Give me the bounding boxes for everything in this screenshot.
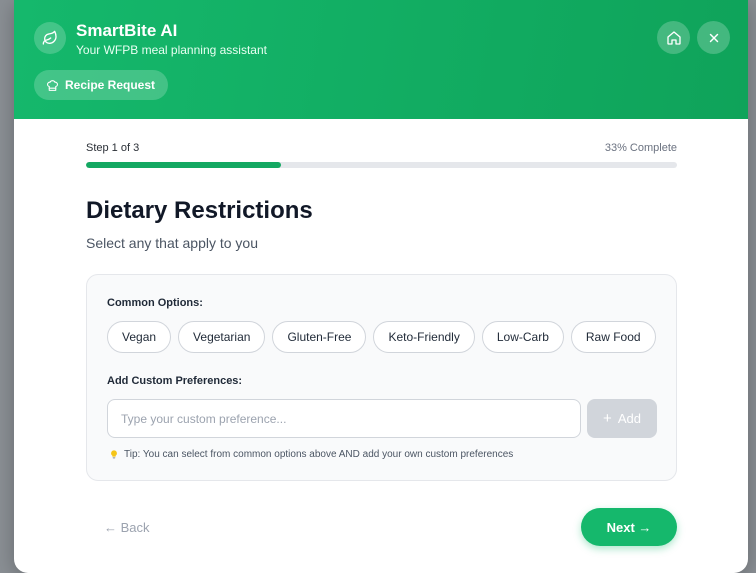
common-options-label: Common Options: — [107, 297, 203, 309]
header: SmartBite AI Your WFPB meal planning ass… — [14, 0, 748, 119]
home-icon — [666, 30, 681, 45]
option-chip[interactable]: Gluten-Free — [272, 321, 367, 353]
plus-icon: + — [603, 410, 612, 427]
home-button[interactable] — [657, 21, 690, 54]
progress-bar — [86, 162, 677, 168]
step-label: Step 1 of 3 — [86, 142, 140, 154]
progress-fill — [86, 162, 282, 168]
page-title: Dietary Restrictions — [86, 197, 313, 224]
option-chip[interactable]: Vegan — [107, 321, 172, 353]
option-chip[interactable]: Raw Food — [570, 321, 656, 353]
common-options-list: Vegan Vegetarian Gluten-Free Keto-Friend… — [107, 321, 656, 353]
leaf-icon — [34, 22, 66, 54]
custom-preference-input[interactable] — [107, 399, 581, 438]
percent-label: 33% Complete — [604, 142, 677, 154]
close-button[interactable] — [697, 21, 730, 54]
recipe-request-chip[interactable]: Recipe Request — [34, 70, 169, 100]
custom-preferences-label: Add Custom Preferences: — [107, 375, 243, 387]
option-chip[interactable]: Vegetarian — [178, 321, 266, 353]
add-label: Add — [617, 411, 641, 426]
recipe-request-label: Recipe Request — [65, 78, 156, 92]
lightbulb-icon — [111, 450, 117, 459]
tip-text: Tip: You can select from common options … — [124, 449, 514, 460]
next-button[interactable]: Next → — [581, 508, 677, 546]
app-title: SmartBite AI — [76, 21, 178, 40]
option-chip[interactable]: Keto-Friendly — [373, 321, 475, 353]
modal: SmartBite AI Your WFPB meal planning ass… — [14, 0, 748, 573]
close-icon — [709, 33, 718, 42]
chef-hat-icon — [47, 79, 58, 91]
tip: Tip: You can select from common options … — [109, 449, 513, 460]
options-panel: Common Options: Vegan Vegetarian Gluten-… — [86, 274, 677, 481]
app-subtitle: Your WFPB meal planning assistant — [76, 43, 267, 57]
back-button[interactable]: ← Back — [104, 520, 150, 535]
add-button[interactable]: + Add — [587, 399, 657, 438]
option-chip[interactable]: Low-Carb — [481, 321, 564, 353]
page-subtitle: Select any that apply to you — [86, 235, 258, 251]
